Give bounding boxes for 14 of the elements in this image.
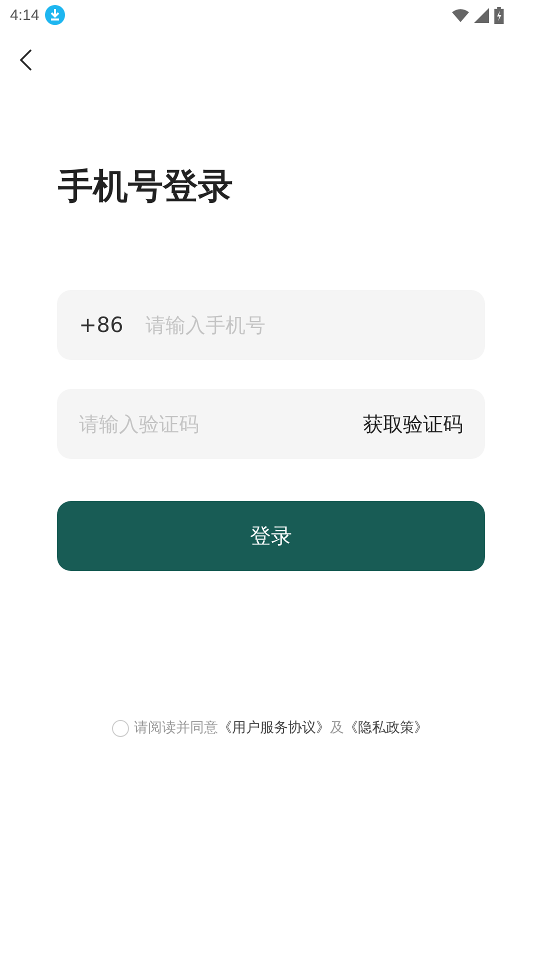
status-time: 4:14 [10,6,40,24]
battery-icon [494,6,504,24]
get-code-button[interactable]: 获取验证码 [363,410,463,438]
country-code[interactable]: +86 [79,313,124,337]
page-title: 手机号登录 [58,166,234,209]
agreement-checkbox[interactable] [112,720,129,736]
login-button[interactable]: 登录 [57,501,485,571]
agreement-link[interactable]: 《隐私政策》 [344,720,428,736]
agreement-text: 请阅读并同意《用户服务协议》及《隐私政策》 [134,719,428,737]
wifi-icon [452,8,469,22]
signal-icon [473,8,490,22]
download-icon [45,5,66,25]
agreement-link[interactable]: 《用户服务协议》 [218,720,330,736]
back-icon[interactable] [20,49,32,71]
